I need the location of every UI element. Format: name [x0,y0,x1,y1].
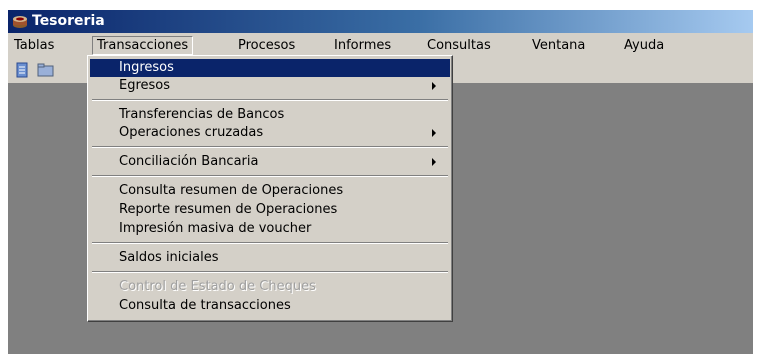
menu-ayuda[interactable]: Ayuda [620,37,668,54]
menu-separator [92,175,448,177]
menu-item-egresos[interactable]: Egresos [90,77,450,95]
menu-item-label: Consulta resumen de Operaciones [119,183,344,198]
window-title: Tesoreria [32,13,105,29]
menu-item-ingresos[interactable]: Ingresos [90,59,450,77]
menu-consultas[interactable]: Consultas [423,37,495,54]
menu-separator [92,99,448,101]
menu-item-conciliacion-bancaria[interactable]: Conciliación Bancaria [90,153,450,171]
menu-transacciones[interactable]: Transacciones [92,36,194,55]
menu-ventana[interactable]: Ventana [528,37,589,54]
submenu-arrow-icon [432,82,436,90]
menu-item-label: Operaciones cruzadas [119,125,264,140]
menu-item-consulta-de-transacciones[interactable]: Consulta de transacciones [90,297,450,315]
menu-tablas[interactable]: Tablas [10,37,58,54]
menu-item-label: Consulta de transacciones [119,298,291,313]
menu-item-label: Conciliación Bancaria [119,154,259,169]
menu-procesos[interactable]: Procesos [234,37,299,54]
menu-item-operaciones-cruzadas[interactable]: Operaciones cruzadas [90,124,450,142]
title-bar[interactable]: Tesoreria [8,10,753,33]
menu-item-label: Transferencias de Bancos [119,107,285,122]
menu-item-label: Control de Estado de Cheques [119,279,316,294]
menu-separator [92,146,448,148]
menu-item-label: Reporte resumen de Operaciones [119,202,338,217]
document-icon[interactable] [12,60,32,80]
menu-separator [92,271,448,273]
submenu-arrow-icon [432,158,436,166]
menu-separator [92,242,448,244]
app-icon [12,14,28,29]
menu-item-consulta-resumen-de-operaciones[interactable]: Consulta resumen de Operaciones [90,182,450,200]
menu-bar: Tablas Transacciones Procesos Informes C… [8,34,753,56]
menu-item-impresion-masiva-de-voucher[interactable]: Impresión masiva de voucher [90,220,450,238]
menu-item-transferencias-de-bancos[interactable]: Transferencias de Bancos [90,106,450,124]
transacciones-dropdown-menu: Ingresos Egresos Transferencias de Banco… [87,55,453,322]
menu-item-label: Egresos [119,78,171,93]
menu-item-saldos-iniciales[interactable]: Saldos iniciales [90,249,450,267]
folder-icon[interactable] [36,60,56,80]
menu-item-label: Impresión masiva de voucher [119,221,312,236]
menu-item-label: Ingresos [119,60,174,75]
menu-item-control-de-estado-de-cheques: Control de Estado de Cheques [90,278,450,296]
submenu-arrow-icon [432,129,436,137]
menu-informes[interactable]: Informes [330,37,395,54]
menu-item-reporte-resumen-de-operaciones[interactable]: Reporte resumen de Operaciones [90,201,450,219]
menu-item-label: Saldos iniciales [119,250,219,265]
